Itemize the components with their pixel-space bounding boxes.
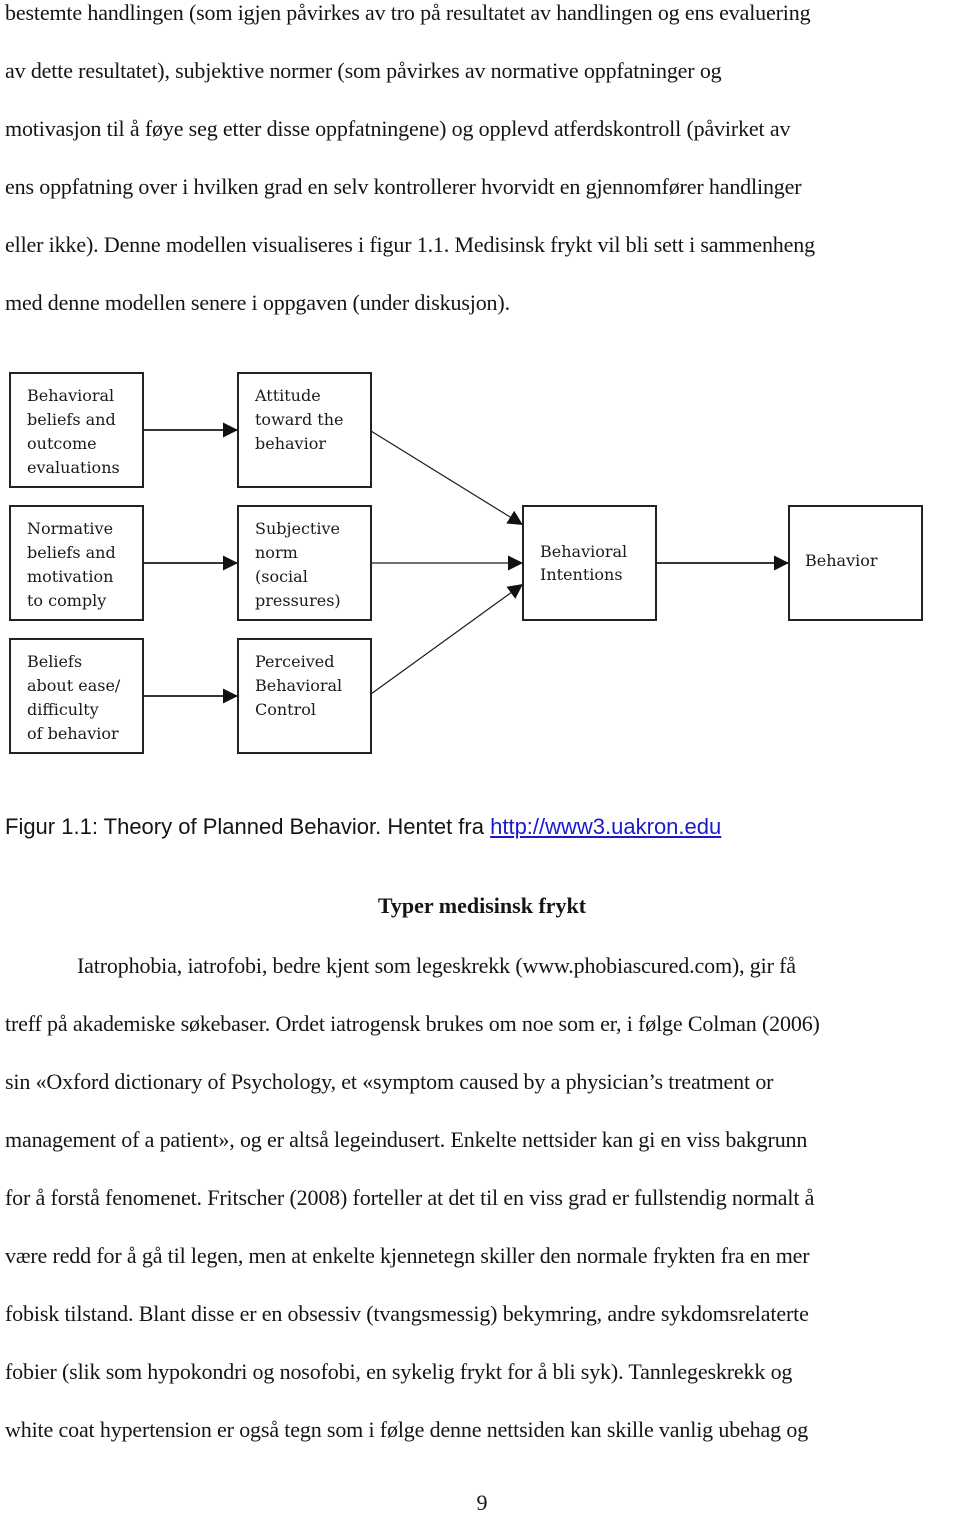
box-label-line: beliefs and bbox=[27, 543, 116, 562]
box-label-line: pressures) bbox=[255, 591, 341, 610]
box-label-line: Behavioral bbox=[255, 676, 342, 695]
box-label-line: evaluations bbox=[27, 458, 120, 477]
page-number: 9 bbox=[476, 1490, 488, 1515]
box-label-line: Behavior bbox=[805, 551, 878, 570]
arrow-attitude-to-intentions bbox=[370, 430, 524, 526]
box-normative-beliefs: Normative beliefs and motivation to comply bbox=[9, 505, 144, 621]
box-label-line: difficulty bbox=[27, 700, 99, 719]
text-line: motivasjon til å føye seg etter disse op… bbox=[5, 116, 791, 141]
text-line: for å forstå fenomenet. Fritscher (2008)… bbox=[5, 1185, 815, 1210]
box-label-line: behavior bbox=[255, 434, 326, 453]
box-label-line: Beliefs bbox=[27, 652, 82, 671]
box-label-line: Behavioral bbox=[540, 542, 627, 561]
box-label-line: Intentions bbox=[540, 565, 623, 584]
arrow-perceived-control-to-intentions bbox=[370, 583, 524, 695]
text-line: ens oppfatning over i hvilken grad en se… bbox=[5, 174, 802, 199]
box-frame bbox=[522, 505, 657, 621]
box-label-line: about ease/ bbox=[27, 676, 121, 695]
box-behavior: Behavior bbox=[788, 505, 923, 621]
text-line: treff på akademiske søkebaser. Ordet iat… bbox=[5, 1011, 820, 1036]
box-label-line: Subjective bbox=[255, 519, 340, 538]
box-attitude: Attitude toward the behavior bbox=[237, 372, 372, 488]
box-perceived-control: Perceived Behavioral Control bbox=[237, 638, 372, 754]
box-label-line: beliefs and bbox=[27, 410, 116, 429]
box-label-line: Attitude bbox=[254, 386, 321, 405]
text-line: av dette resultatet), subjektive normer … bbox=[5, 58, 722, 83]
box-intentions: Behavioral Intentions bbox=[522, 505, 657, 621]
box-subjective-norm: Subjective norm (social pressures) bbox=[237, 505, 372, 621]
tpb-diagram: Behavioral beliefs and outcome evaluations N… bbox=[9, 372, 923, 754]
box-label-line: norm bbox=[255, 543, 298, 562]
text-line: eller ikke). Denne modellen visualiseres… bbox=[5, 232, 815, 257]
box-label-line: to comply bbox=[27, 591, 106, 610]
box-label-line: Normative bbox=[27, 519, 113, 538]
text-line: white coat hypertension er også tegn som… bbox=[5, 1417, 809, 1442]
text-line: Iatrophobia, iatrofobi, bedre kjent som … bbox=[77, 953, 796, 978]
box-label-line: of behavior bbox=[27, 724, 119, 743]
box-label-line: motivation bbox=[27, 567, 113, 586]
text-line: med denne modellen senere i oppgaven (un… bbox=[5, 290, 510, 315]
box-behavioral-beliefs: Behavioral beliefs and outcome evaluations bbox=[9, 372, 144, 488]
box-label-line: outcome bbox=[27, 434, 97, 453]
box-label-line: Behavioral bbox=[27, 386, 114, 405]
text-line: være redd for å gå til legen, men at enk… bbox=[5, 1243, 810, 1268]
section-heading: Typer medisinsk frykt bbox=[377, 893, 587, 918]
box-label-line: (social bbox=[255, 567, 308, 586]
figure-caption: Figur 1.1: Theory of Planned Behavior. H… bbox=[5, 814, 721, 840]
text-line: bestemte handlingen (som igjen påvirkes … bbox=[5, 0, 811, 25]
box-label-line: Perceived bbox=[255, 652, 334, 671]
text-line: sin «Oxford dictionary of Psychology, et… bbox=[5, 1069, 774, 1094]
box-control-beliefs: Beliefs about ease/difficulty of behavior bbox=[9, 638, 144, 754]
box-label-line: Control bbox=[255, 700, 316, 719]
box-label-line: toward the bbox=[255, 410, 343, 429]
text-line: fobisk tilstand. Blant disse er en obses… bbox=[5, 1301, 809, 1326]
caption-text: Figur 1.1: Theory of Planned Behavior. H… bbox=[5, 814, 491, 839]
source-link[interactable]: http://www3.uakron.edu bbox=[490, 814, 721, 839]
text-line: fobier (slik som hypokondri og nosofobi,… bbox=[5, 1359, 793, 1384]
text-line: management of a patient», og er altså le… bbox=[5, 1127, 808, 1152]
